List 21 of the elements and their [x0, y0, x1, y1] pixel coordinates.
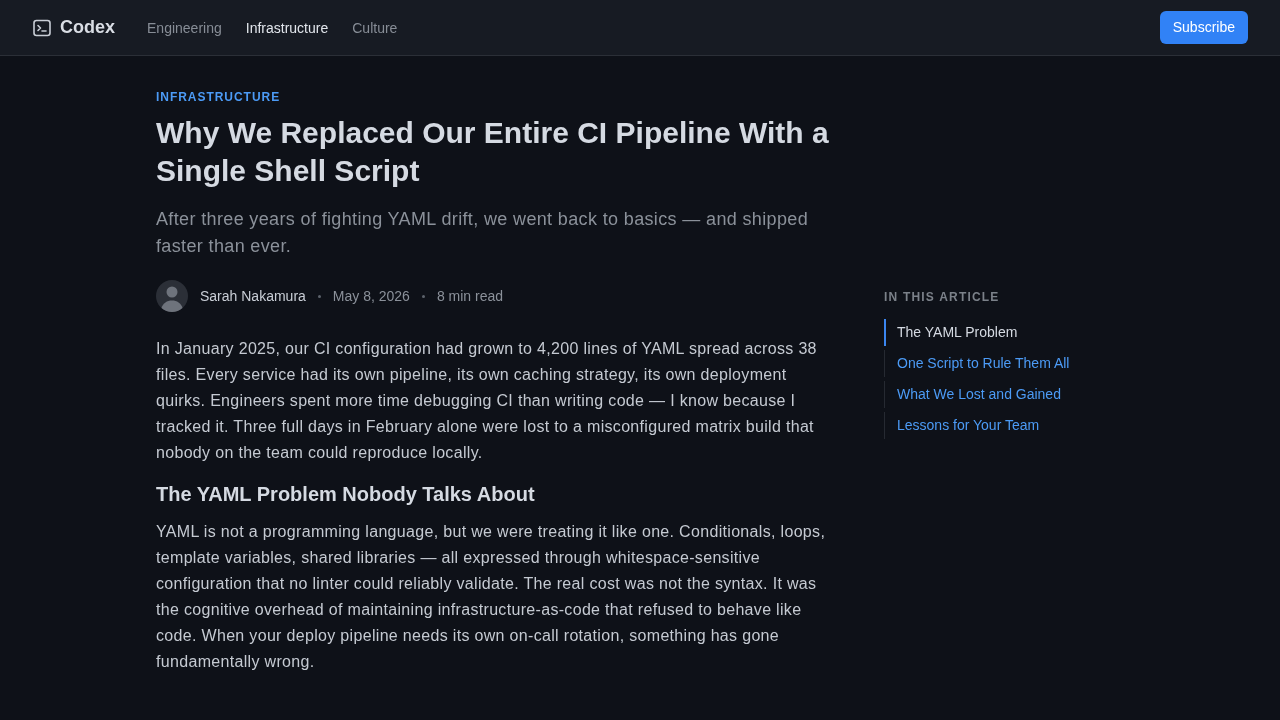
read-time: 8 min read [436, 286, 504, 306]
article-paragraph: In January 2025, our CI configuration had grown to 4,200 lines of YAML spread across 38 files. Every service had its own pipeline, its own caching strategy, its own deployment quirks. Engineers spent more time debugging CI than writing code — I know because I tracked it. Three full days in February alone were lost to a misconfigured matrix build that nobody on the team could reproduce locally. [156, 339, 818, 463]
nav-link[interactable]: Culture [352, 18, 398, 39]
article-title: Why We Replaced Our Entire CI Pipeline With a Single Shell Script [156, 115, 830, 189]
publish-date: May 8, 2026 [332, 286, 410, 306]
subscribe-button[interactable]: Subscribe [1159, 11, 1248, 44]
category-label[interactable]: INFRASTRUCTURE [156, 90, 836, 104]
toc-link[interactable]: Lessons for Your Team [884, 412, 1040, 439]
avatar-icon [156, 280, 188, 312]
article-paragraph: YAML is not a programming language, but we were treating it like one. Conditionals, loops, template variables, shared libraries — all expressed through whitespace-sensitive configuration that no linter could reliably validate. The real cost was not the syntax. It was the cognitive overhead of maintaining infrastructure-as-code that refused to behave like code. When your deploy pipeline needs its own on-call rotation, something has gone fundamentally wrong. [156, 522, 827, 672]
toc-heading: IN THIS ARTICLE [884, 290, 1001, 304]
toc-link[interactable]: One Script to Rule Them All [884, 350, 1070, 377]
section-heading: The YAML Problem Nobody Talks About [156, 482, 536, 507]
author-name[interactable]: Sarah Nakamura [200, 285, 306, 307]
toc-link[interactable]: What We Lost and Gained [884, 381, 1061, 408]
logo-text[interactable]: Codex [60, 14, 115, 41]
nav-link[interactable]: Infrastructure [245, 18, 329, 39]
nav-link[interactable]: Engineering [147, 18, 222, 39]
toc-link[interactable]: The YAML Problem [884, 319, 1018, 346]
article-subtitle: After three years of fighting YAML drift, we went back to basics — and shipped faster than ever. [156, 208, 810, 258]
terminal-icon [33, 18, 51, 37]
